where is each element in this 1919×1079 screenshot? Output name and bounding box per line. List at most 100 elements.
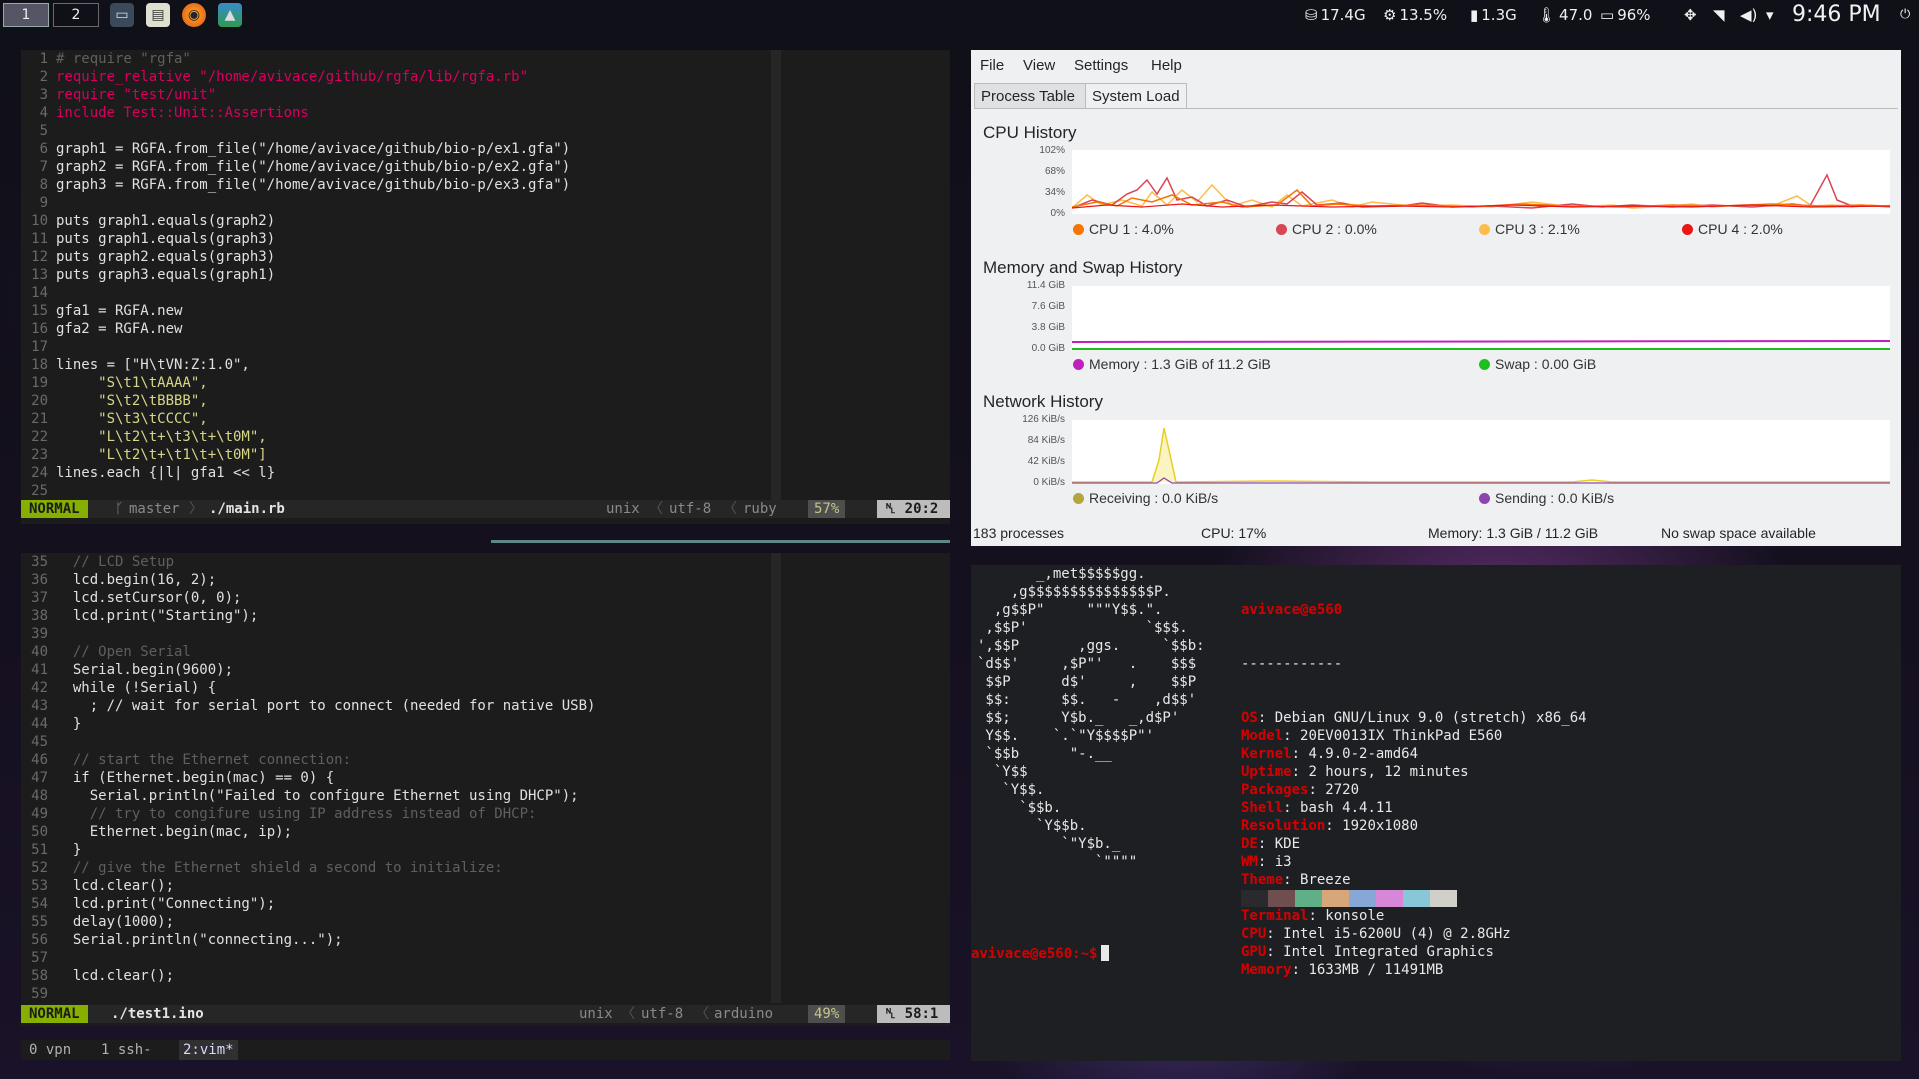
info-colon: : <box>1257 710 1275 726</box>
code-line[interactable]: 1 # require "rgfa" <box>21 50 570 68</box>
code-line[interactable]: 8 graph3 = RGFA.from_file("/home/avivace/… <box>21 176 571 194</box>
colorcolumn <box>771 553 781 1003</box>
code-line[interactable]: 55 delay(1000); <box>21 913 595 931</box>
code-line[interactable]: 35 // LCD Setup <box>21 553 595 571</box>
code-line[interactable]: 56 Serial.println("connecting..."); <box>21 931 595 949</box>
code-line[interactable]: 36 lcd.begin(16, 2); <box>21 571 595 589</box>
code-line[interactable]: 19 "S\t1\tAAAA", <box>21 374 570 392</box>
code-line[interactable]: 14 <box>21 284 570 302</box>
info-key: DE <box>1241 836 1258 852</box>
memory-history-plot <box>1071 286 1891 350</box>
code-line[interactable]: 40 // Open Serial <box>21 643 595 661</box>
code-line[interactable]: 20 "S\t2\tBBBB", <box>21 392 570 410</box>
code-line[interactable]: 47 if (Ethernet.begin(mac) == 0) { <box>21 769 595 787</box>
code-line[interactable]: 43 ; // wait for serial port to connect … <box>21 697 595 715</box>
code-line[interactable]: 39 <box>21 625 595 643</box>
wifi-icon[interactable]: ◥ <box>1713 6 1725 24</box>
code-line[interactable]: 9 <box>21 194 570 212</box>
info-value: Intel i5-6200U (4) @ 2.8GHz <box>1283 926 1511 942</box>
image-viewer-icon[interactable]: ▲ <box>218 3 242 27</box>
code-line[interactable]: 37 lcd.setCursor(0, 0); <box>21 589 595 607</box>
ascii-line: ',$$P ,ggs. `$$b: <box>977 638 1205 654</box>
ascii-line: ,$$P' `$$$. <box>977 620 1188 636</box>
line-number: 23 <box>31 447 48 463</box>
vim-editor-top[interactable]: 1 # require "rgfa" 2 require_relative "/hom… <box>21 50 950 543</box>
line-number-icon: ␤ <box>885 1006 905 1022</box>
code-line[interactable]: 57 <box>21 949 595 967</box>
menu-file[interactable]: File <box>980 57 1004 74</box>
code-line[interactable]: 59 <box>21 985 595 1003</box>
code-line[interactable]: 3 require "test/unit" <box>21 86 570 104</box>
code-line[interactable]: 44 } <box>21 715 595 733</box>
file-encoding: utf-8 <box>641 1006 684 1022</box>
cpu-3-label: CPU 3 : 2.1% <box>1495 221 1580 237</box>
code-line[interactable]: 18 lines = ["H\tVN:Z:1.0", <box>21 356 570 374</box>
menu-help[interactable]: Help <box>1151 57 1182 74</box>
info-key: CPU <box>1241 926 1267 942</box>
code-line[interactable]: 45 <box>21 733 595 751</box>
network-history-plot <box>1072 420 1890 484</box>
code-line[interactable]: 48 Serial.println("Failed to configure E… <box>21 787 595 805</box>
code-line[interactable]: 13 puts graph3.equals(graph1) <box>21 266 570 284</box>
code-line[interactable]: 49 // try to congifure using IP address … <box>21 805 595 823</box>
terminal-window[interactable]: _,met$$$$$gg. ,g$$$$$$$$$$$$$$$P. ,g$$P"… <box>971 565 1901 1061</box>
ascii-line: $$; Y$b._ _,d$P' <box>977 710 1180 726</box>
code-line[interactable]: 51 } <box>21 841 595 859</box>
firefox-icon[interactable]: ◉ <box>182 3 206 27</box>
code-line[interactable]: 6 graph1 = RGFA.from_file("/home/avivace/… <box>21 140 571 158</box>
branch-icon: ᚴ <box>115 501 124 517</box>
code-line[interactable]: 41 Serial.begin(9600); <box>21 661 595 679</box>
prompt-text: avivace@e560:~$ <box>971 946 1098 962</box>
code-line[interactable]: 10 puts graph1.equals(graph2) <box>21 212 570 230</box>
code-line[interactable]: 42 while (!Serial) { <box>21 679 595 697</box>
code-line[interactable]: 17 <box>21 338 570 356</box>
pane-divider[interactable] <box>491 540 950 543</box>
info-row: Theme: Breeze <box>1241 871 1587 889</box>
code-line[interactable]: 4 include Test::Unit::Assertions <box>21 104 570 122</box>
code-line[interactable]: 12 puts graph2.equals(graph3) <box>21 248 570 266</box>
code-line[interactable]: 24 lines.each {|l| gfa1 << l} <box>21 464 570 482</box>
workspace-1[interactable]: 1 <box>3 3 49 27</box>
line-text: lcd.clear(); <box>56 968 175 984</box>
code-area[interactable]: 35 // LCD Setup 36 lcd.begin(16, 2); 37 lc… <box>21 553 595 1003</box>
code-line[interactable]: 15 gfa1 = RGFA.new <box>21 302 570 320</box>
code-line[interactable]: 50 Ethernet.begin(mac, ip); <box>21 823 595 841</box>
receiving-legend: Receiving : 0.0 KiB/s <box>1073 490 1218 506</box>
code-line[interactable]: 2 require_relative "/home/avivace/github/… <box>21 68 570 86</box>
code-line[interactable]: 16 gfa2 = RGFA.new <box>21 320 570 338</box>
terminal-icon[interactable]: ▭ <box>110 3 134 27</box>
code-line[interactable]: 11 puts graph1.equals(graph3) <box>21 230 570 248</box>
code-line[interactable]: 38 lcd.print("Starting"); <box>21 607 595 625</box>
code-line[interactable]: 58 lcd.clear(); <box>21 967 595 985</box>
tray-expand-icon[interactable]: ▾ <box>1766 6 1774 24</box>
files-icon[interactable]: ▤ <box>146 3 170 27</box>
workspace-2[interactable]: 2 <box>53 3 99 27</box>
volume-icon[interactable]: ◀) <box>1740 6 1757 24</box>
code-line[interactable]: 22 "L\t2\t+\t3\t+\t0M", <box>21 428 570 446</box>
code-area[interactable]: 1 # require "rgfa" 2 require_relative "/hom… <box>21 50 570 500</box>
code-line[interactable]: 21 "S\t3\tCCCC", <box>21 410 570 428</box>
file-name: ./test1.ino <box>111 1006 204 1022</box>
code-line[interactable]: 54 lcd.print("Connecting"); <box>21 895 595 913</box>
code-line[interactable]: 7 graph2 = RGFA.from_file("/home/avivace/… <box>21 158 571 176</box>
tmux-window-0[interactable]: 0 vpn <box>29 1040 71 1060</box>
code-line[interactable]: 23 "L\t2\t+\t1\t+\t0M"] <box>21 446 570 464</box>
tmux-window-2[interactable]: 2:vim* <box>179 1040 238 1060</box>
dropbox-icon[interactable]: ✥ <box>1684 6 1697 24</box>
clock[interactable]: 9:46 PM <box>1792 2 1881 27</box>
tab-system-load[interactable]: System Load <box>1085 83 1187 109</box>
code-line[interactable]: 53 lcd.clear(); <box>21 877 595 895</box>
power-icon[interactable]: ⏻ <box>1900 7 1910 22</box>
shell-prompt[interactable]: avivace@e560:~$ <box>971 945 1110 963</box>
code-line[interactable]: 5 <box>21 122 570 140</box>
line-text: puts graph3.equals(graph1) <box>56 267 276 283</box>
menu-settings[interactable]: Settings <box>1074 57 1128 74</box>
code-line[interactable]: 25 <box>21 482 570 500</box>
tmux-window-1[interactable]: 1 ssh- <box>101 1040 152 1060</box>
vim-editor-bottom[interactable]: 35 // LCD Setup 36 lcd.begin(16, 2); 37 lc… <box>21 553 950 1026</box>
tab-process-table[interactable]: Process Table <box>974 83 1086 109</box>
menu-view[interactable]: View <box>1023 57 1055 74</box>
code-line[interactable]: 52 // give the Ethernet shield a second … <box>21 859 595 877</box>
network-ytick: 42 KiB/s <box>1027 456 1065 467</box>
code-line[interactable]: 46 // start the Ethernet connection: <box>21 751 595 769</box>
